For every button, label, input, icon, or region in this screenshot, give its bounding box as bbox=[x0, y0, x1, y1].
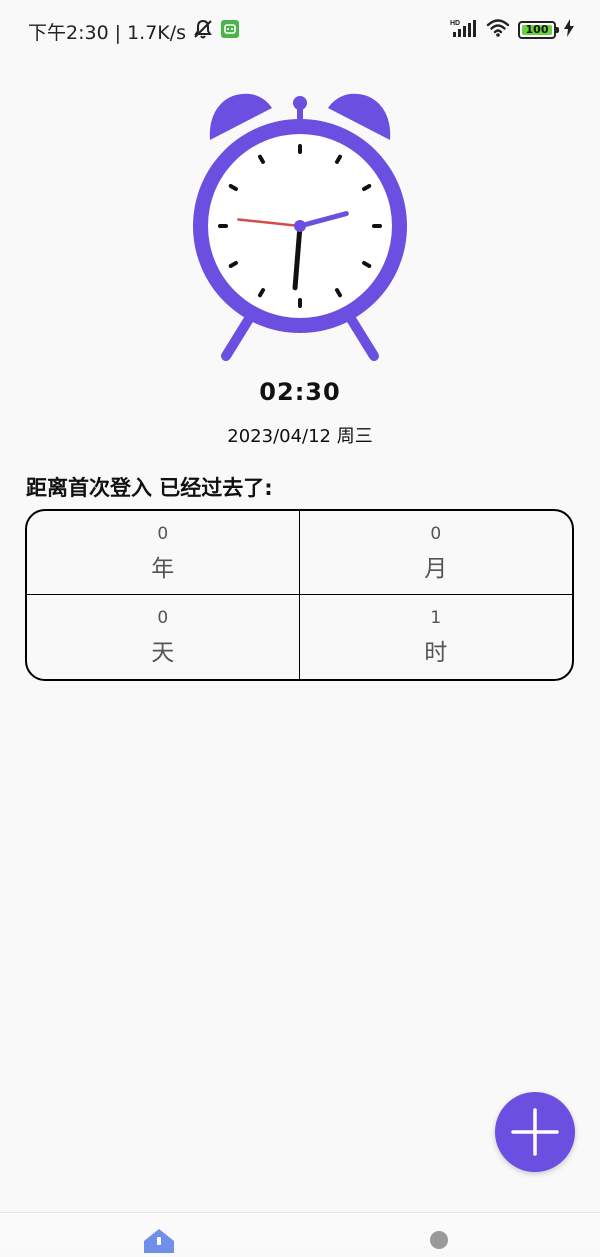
clock-tick bbox=[335, 288, 342, 298]
status-bar: 下午2:30 | 1.7K/s HD 100 bbox=[0, 0, 600, 60]
charging-icon bbox=[564, 19, 574, 41]
elapsed-years-unit: 年 bbox=[151, 555, 175, 582]
alarm-clock bbox=[180, 88, 420, 368]
elapsed-days-unit: 天 bbox=[151, 640, 175, 666]
elapsed-cell-months: 0 月 bbox=[299, 511, 572, 595]
clock-tick bbox=[362, 184, 372, 191]
elapsed-hours-unit: 时 bbox=[424, 640, 448, 666]
status-left: 下午2:30 | 1.7K/s bbox=[28, 18, 240, 47]
nav-home-tab[interactable] bbox=[142, 1227, 176, 1257]
battery-level: 100 bbox=[525, 23, 549, 36]
elapsed-cell-years: 0 年 bbox=[27, 511, 300, 595]
clock-tick bbox=[228, 184, 238, 191]
clock-tick bbox=[258, 288, 265, 298]
digital-time: 02:30 bbox=[259, 378, 341, 406]
elapsed-heading: 距离首次登入 已经过去了: bbox=[26, 476, 273, 500]
elapsed-cell-hours: 1 时 bbox=[300, 595, 573, 679]
dot-icon[interactable] bbox=[430, 1231, 448, 1249]
clock-center bbox=[294, 220, 306, 232]
elapsed-hours-value: 1 bbox=[430, 608, 442, 628]
bottom-nav bbox=[0, 1212, 600, 1253]
app-notification-icon bbox=[220, 19, 240, 46]
clock-tick bbox=[228, 261, 238, 268]
elapsed-table: 0 年 0 月 0 天 1 时 bbox=[25, 509, 574, 681]
left-leg bbox=[221, 309, 257, 361]
elapsed-days-value: 0 bbox=[157, 608, 169, 628]
battery-icon: 100 bbox=[518, 21, 559, 39]
status-right: HD 100 bbox=[450, 18, 574, 42]
elapsed-years-value: 0 bbox=[157, 523, 169, 544]
clock-tick bbox=[258, 154, 265, 164]
elapsed-months-unit: 月 bbox=[424, 555, 448, 582]
status-time: 下午2:30 bbox=[28, 21, 109, 44]
current-date: 2023/04/12 周三 bbox=[227, 426, 373, 447]
wifi-icon bbox=[486, 18, 510, 42]
network-speed: 1.7K/s bbox=[127, 21, 187, 44]
alarm-clock-svg bbox=[193, 93, 407, 361]
right-leg bbox=[343, 309, 379, 361]
elapsed-months-value: 0 bbox=[430, 523, 442, 544]
clock-knob bbox=[293, 96, 307, 110]
clock-tick bbox=[335, 154, 342, 164]
battery-tip bbox=[556, 27, 559, 33]
mute-icon bbox=[192, 18, 214, 47]
elapsed-cell-days: 0 天 bbox=[27, 595, 300, 679]
signal-icon: HD bbox=[450, 18, 478, 42]
signal-hd-label: HD bbox=[450, 20, 460, 27]
home-icon bbox=[144, 1229, 174, 1253]
add-button[interactable] bbox=[495, 1092, 575, 1172]
clock-tick bbox=[362, 261, 372, 268]
plus-icon bbox=[511, 1108, 559, 1156]
status-separator: | bbox=[114, 21, 122, 44]
